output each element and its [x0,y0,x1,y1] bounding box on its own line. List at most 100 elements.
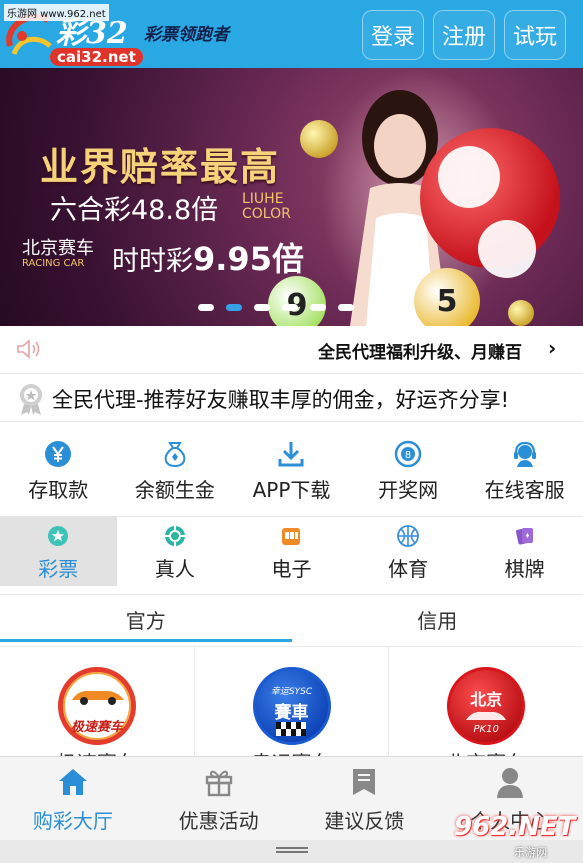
app-header: 彩32 彩票领跑者 cai32.net 乐游网 www.962.net 登录 注… [0,0,583,68]
game-badge-text: 北京 [470,690,503,709]
tab-label: 棋牌 [504,557,545,581]
cards-icon [515,528,533,545]
quick-action-balance[interactable]: 余额生金 [117,430,234,510]
carousel-dots [198,304,354,311]
banner-headline: 业界赔率最高 [40,144,281,189]
corner-watermark-text: 乐游网 [514,846,547,859]
banner-beijing-text: 北京赛车 [22,238,94,259]
tab-label: 电子 [271,557,312,581]
nav-label: 建议反馈 [324,809,405,833]
game-name: 极速赛车 [0,747,194,756]
quick-action-label: 存取款 [28,478,89,502]
game-badge-text: 賽車 [274,703,309,723]
nav-label: 购彩大厅 [32,809,113,833]
tab-lottery[interactable]: 彩票 [0,517,117,586]
corner-watermark-logo: 962.NET [454,812,576,842]
tab-electronic[interactable]: 电子 [233,517,350,586]
quick-action-lottery-results[interactable]: 8 开奖网 [350,430,467,510]
logo-domain: cai32.net [50,48,143,66]
headset-icon [513,441,536,467]
game-badge-subtext: 幸运SYSC [270,687,313,697]
subtab-credit[interactable]: 信用 [292,595,583,646]
basketball-icon [397,525,419,547]
tab-board-games[interactable]: 棋牌 [466,517,583,586]
quick-action-support[interactable]: 在线客服 [466,430,583,510]
slot-machine-icon [282,528,301,545]
promo-text: 全民代理-推荐好友赚取丰厚的佣金，好运齐分享! [52,388,509,412]
ball-number-5: 5 [414,268,480,326]
race-car-icon [71,690,124,705]
top-watermark: 乐游网 www.962.net [4,4,109,21]
logo-slogan: 彩票领跑者 [144,25,229,45]
svg-text:8: 8 [405,450,411,461]
login-button[interactable]: 登录 [362,10,424,60]
game-badge-jisu: 极速赛车 [57,667,136,745]
carousel-dot[interactable] [310,304,326,311]
car-silhouette-icon [466,711,507,720]
game-item-jisu-racing[interactable]: 极速赛车 极速赛车 [0,647,195,756]
quick-action-app-download[interactable]: APP下载 [233,430,350,510]
money-bag-icon [164,442,186,468]
tab-live[interactable]: 真人 [117,517,234,586]
game-badge-subtext: PK10 [473,724,499,735]
chip-icon [164,526,185,546]
quick-action-label: 在线客服 [484,478,565,502]
ball-number-9: 9 [268,276,326,326]
nav-feedback[interactable]: 建议反馈 [292,757,438,840]
quick-action-label: APP下载 [252,478,331,502]
banner-racing-en: RACING CAR [22,258,85,269]
carousel-dot[interactable] [226,304,242,311]
user-icon [497,768,524,798]
quick-action-deposit[interactable]: 存取款 [0,430,117,510]
carousel-dot[interactable] [254,304,270,311]
lottery-subtabs: 官方 信用 [0,594,583,646]
banner-liuhe-text: 六合彩48.8倍 [50,195,219,226]
promo-banner[interactable]: 9 5 业界赔率最高 六合彩48.8倍 LIUHE COLOR 北京赛车 RAC… [0,68,583,326]
download-icon [278,442,304,467]
yellow-ball [300,120,338,158]
nav-lottery-hall[interactable]: 购彩大厅 [0,757,146,840]
home-icon [58,769,87,795]
tab-label: 彩票 [38,557,79,581]
banner-ssc-text: 时时彩 [112,246,193,277]
register-button[interactable]: 注册 [433,10,495,60]
game-grid: 极速赛车 极速赛车 幸运SYSC 賽車 幸运赛车 北京 PK10 北京赛车 [0,646,583,756]
tab-sports[interactable]: 体育 [350,517,467,586]
game-badge-beijing: 北京 PK10 [447,667,526,745]
quick-action-label: 开奖网 [378,478,439,502]
notice-bar[interactable]: 全民代理福利升级、月赚百 › [0,326,583,374]
banner-line-liuhe: 六合彩48.8倍 LIUHE COLOR [50,188,291,227]
yen-icon [45,441,72,467]
speaker-icon [17,339,40,359]
carousel-dot[interactable] [282,304,298,311]
lottery-star-icon [48,526,69,546]
small-ball [508,300,534,326]
trial-button[interactable]: 试玩 [504,10,566,60]
medal-icon [20,384,42,415]
chevron-right-icon[interactable]: › [548,336,556,360]
game-badge-text: 极速赛车 [70,720,123,735]
white-ball-badge-2 [478,220,536,278]
ball-number-5-text: 5 [436,283,458,319]
drag-handle-icon[interactable] [276,847,308,855]
quick-action-label: 余额生金 [134,478,215,502]
game-item-lucky-racing[interactable]: 幸运SYSC 賽車 幸运赛车 [195,647,390,756]
tab-label: 体育 [388,557,429,581]
promo-bar[interactable]: 全民代理-推荐好友赚取丰厚的佣金，好运齐分享! [0,374,583,422]
corner-watermark: 962.NET 乐游网 [448,806,583,863]
banner-liuhe-en: LIUHE COLOR [242,191,291,222]
quick-actions: 存取款 余额生金 APP下载 8 开奖网 在线客服 [0,430,583,510]
checkered-flag-icon [275,722,306,736]
nav-promotions[interactable]: 优惠活动 [146,757,292,840]
game-name: 幸运赛车 [195,747,389,756]
game-item-beijing-racing[interactable]: 北京 PK10 北京赛车 [389,647,583,756]
nav-label: 优惠活动 [178,809,259,833]
carousel-dot[interactable] [338,304,354,311]
white-ball-badge [438,146,500,208]
subtab-official[interactable]: 官方 [0,595,292,646]
tab-label: 真人 [154,557,195,581]
game-badge-lucky: 幸运SYSC 賽車 [252,667,331,745]
lottery-ball-icon: 8 [394,440,422,468]
gift-icon [205,770,232,797]
carousel-dot[interactable] [198,304,214,311]
